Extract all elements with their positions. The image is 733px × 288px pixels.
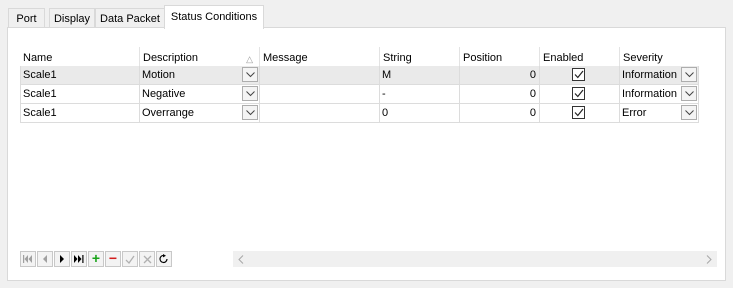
tab-data-packet[interactable]: Data Packet: [95, 8, 165, 28]
tab-status-conditions[interactable]: Status Conditions: [164, 5, 264, 29]
severity-dropdown-button[interactable]: [681, 86, 697, 101]
severity-value: Error: [622, 107, 647, 119]
message-cell[interactable]: [260, 66, 380, 85]
horizontal-scrollbar[interactable]: [233, 251, 717, 267]
prev-page-icon: [43, 255, 47, 263]
column-header-message-label: Message: [263, 52, 308, 64]
position-cell[interactable]: 0: [460, 66, 540, 85]
tab-port-label: Port: [16, 13, 37, 25]
severity-value: Information: [622, 69, 678, 81]
add-record-button[interactable]: +: [88, 251, 104, 267]
status-conditions-panel: Name Description △ Message String Positio…: [7, 27, 726, 281]
checkmark-icon: [574, 108, 584, 117]
description-dropdown-button[interactable]: [242, 86, 258, 101]
scroll-left-icon[interactable]: [233, 251, 249, 267]
enabled-checkbox[interactable]: [572, 106, 585, 119]
severity-dropdown-button[interactable]: [681, 67, 697, 82]
name-cell[interactable]: Scale1: [20, 85, 140, 104]
enabled-checkbox[interactable]: [572, 87, 585, 100]
next-record-button[interactable]: [54, 251, 70, 267]
position-cell[interactable]: 0: [460, 104, 540, 123]
post-record-button[interactable]: [122, 251, 138, 267]
delete-record-button[interactable]: −: [105, 251, 121, 267]
severity-dropdown-button[interactable]: [681, 105, 697, 120]
chevron-down-icon: [685, 110, 694, 116]
table-row[interactable]: Scale1 Motion M 0 Information: [20, 66, 699, 85]
add-icon: +: [91, 250, 101, 266]
column-header-message[interactable]: Message: [260, 47, 380, 66]
last-icon: [74, 255, 84, 263]
delete-icon: −: [108, 250, 118, 266]
description-cell[interactable]: Motion: [140, 66, 260, 85]
column-header-description-label: Description: [143, 52, 199, 64]
tab-port[interactable]: Port: [8, 8, 45, 28]
description-value: Negative: [142, 88, 186, 100]
column-header-enabled[interactable]: Enabled: [540, 47, 620, 66]
column-header-string[interactable]: String: [380, 47, 460, 66]
column-header-enabled-label: Enabled: [543, 52, 584, 64]
table-row[interactable]: Scale1 Overrange 0 0 Error: [20, 104, 699, 123]
message-cell[interactable]: [260, 104, 380, 123]
severity-cell[interactable]: Error: [620, 104, 699, 123]
chevron-down-icon: [246, 72, 255, 78]
chevron-down-icon: [246, 91, 255, 97]
grid-header: Name Description △ Message String Positio…: [20, 47, 711, 66]
chevron-left-icon: [238, 255, 244, 264]
checkmark-icon: [574, 70, 584, 79]
first-record-button[interactable]: [20, 251, 36, 267]
post-icon: [125, 255, 135, 265]
next-icon: [60, 255, 64, 263]
enabled-cell[interactable]: [540, 66, 620, 85]
cancel-edit-button[interactable]: [139, 251, 155, 267]
prev-record-button[interactable]: [37, 251, 53, 267]
scroll-right-icon[interactable]: [701, 251, 717, 267]
enabled-checkbox[interactable]: [572, 68, 585, 81]
severity-cell[interactable]: Information: [620, 85, 699, 104]
last-record-button[interactable]: [71, 251, 87, 267]
name-cell[interactable]: Scale1: [20, 104, 140, 123]
checkmark-icon: [574, 89, 584, 98]
refresh-button[interactable]: [156, 251, 172, 267]
column-header-severity-label: Severity: [623, 52, 663, 64]
description-value: Motion: [142, 69, 176, 81]
description-dropdown-button[interactable]: [242, 105, 258, 120]
string-cell[interactable]: -: [380, 85, 460, 104]
tab-display[interactable]: Display: [49, 8, 95, 28]
chevron-down-icon: [685, 91, 694, 97]
tab-data-packet-label: Data Packet: [100, 13, 160, 25]
string-cell[interactable]: 0: [380, 104, 460, 123]
chevron-right-icon: [706, 255, 712, 264]
position-cell[interactable]: 0: [460, 85, 540, 104]
message-cell[interactable]: [260, 85, 380, 104]
cancel-icon: [143, 255, 151, 264]
enabled-cell[interactable]: [540, 104, 620, 123]
description-value: Overrange: [142, 107, 194, 119]
first-icon: [23, 255, 32, 263]
name-cell[interactable]: Scale1: [20, 66, 140, 85]
description-cell[interactable]: Overrange: [140, 104, 260, 123]
severity-cell[interactable]: Information: [620, 66, 699, 85]
refresh-icon: [159, 254, 168, 263]
tab-status-conditions-label: Status Conditions: [170, 11, 258, 23]
chevron-down-icon: [246, 110, 255, 116]
column-header-name[interactable]: Name: [20, 47, 140, 66]
tab-display-label: Display: [53, 13, 91, 25]
description-dropdown-button[interactable]: [242, 67, 258, 82]
column-header-severity[interactable]: Severity: [620, 47, 699, 66]
column-header-string-label: String: [383, 52, 412, 64]
column-header-name-label: Name: [23, 52, 53, 64]
column-header-description[interactable]: Description △: [140, 47, 260, 66]
chevron-down-icon: [685, 72, 694, 78]
enabled-cell[interactable]: [540, 85, 620, 104]
description-cell[interactable]: Negative: [140, 85, 260, 104]
string-cell[interactable]: M: [380, 66, 460, 85]
column-header-position[interactable]: Position: [460, 47, 540, 66]
column-header-position-label: Position: [463, 52, 503, 64]
severity-value: Information: [622, 88, 678, 100]
table-row[interactable]: Scale1 Negative - 0 Information: [20, 85, 699, 104]
